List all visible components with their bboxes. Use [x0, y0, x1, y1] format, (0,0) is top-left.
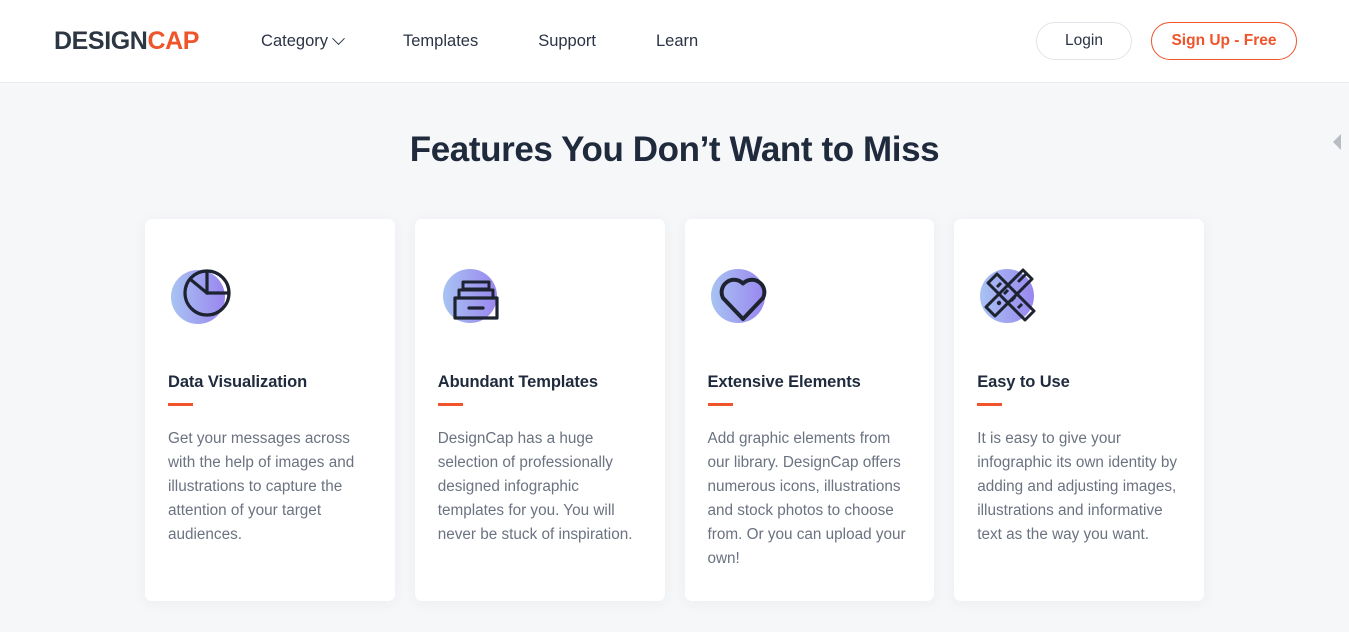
feature-card-extensive-elements[interactable]: Extensive Elements Add graphic elements … — [684, 219, 935, 601]
nav-item-category[interactable]: Category — [261, 31, 345, 51]
signup-button[interactable]: Sign Up - Free — [1151, 22, 1297, 60]
card-description: Get your messages across with the help o… — [168, 430, 355, 543]
card-title: Data Visualization — [168, 373, 308, 391]
title-accent-bar — [437, 403, 463, 406]
logo-text-cap: CAP — [147, 26, 200, 55]
logo-text-design: DESIGN — [54, 26, 148, 55]
card-description: DesignCap has a huge selection of profes… — [437, 430, 633, 543]
card-title: Extensive Elements — [707, 373, 861, 391]
title-accent-bar — [707, 403, 733, 406]
site-header: DESIGN CAP Category Templates Support Lea… — [0, 0, 1349, 83]
nav-item-label: Category — [261, 31, 328, 50]
title-accent-bar — [168, 403, 193, 406]
feature-card-abundant-templates[interactable]: Abundant Templates DesignCap has a huge … — [414, 219, 665, 601]
nav-item-templates[interactable]: Templates — [403, 32, 478, 51]
card-title: Abundant Templates — [437, 373, 598, 391]
pie-chart-icon — [168, 265, 236, 327]
nav-item-label: Learn — [656, 31, 699, 50]
nav-item-learn[interactable]: Learn — [656, 32, 698, 51]
nav-item-support[interactable]: Support — [538, 32, 596, 51]
pencil-ruler-icon — [977, 265, 1045, 327]
file-drawer-icon — [438, 265, 506, 327]
page-title: Features You Don’t Want to Miss — [409, 130, 940, 169]
feature-card-easy-to-use[interactable]: Easy to Use It is easy to give your info… — [954, 219, 1204, 601]
panel-collapse-handle[interactable] — [1331, 133, 1343, 151]
card-description: It is easy to give your infographic its … — [977, 430, 1178, 543]
logo[interactable]: DESIGN CAP — [54, 26, 200, 55]
triangle-left-icon — [1333, 134, 1341, 150]
nav-item-label: Templates — [403, 31, 479, 50]
header-actions: Login Sign Up - Free — [1036, 22, 1297, 60]
chevron-down-icon — [332, 31, 345, 45]
title-accent-bar — [977, 403, 1003, 406]
main-nav: Category Templates Support Learn — [261, 32, 698, 51]
nav-item-label: Support — [538, 31, 596, 50]
features-section: Features You Don’t Want to Miss Data Vis… — [0, 83, 1349, 632]
login-button[interactable]: Login — [1036, 22, 1132, 60]
card-description: Add graphic elements from our library. D… — [707, 430, 906, 567]
feature-card-list: Data Visualization Get your messages acr… — [0, 219, 1349, 601]
card-title: Easy to Use — [977, 373, 1070, 391]
heart-icon — [708, 265, 776, 327]
feature-card-data-visualization[interactable]: Data Visualization Get your messages acr… — [145, 219, 395, 601]
